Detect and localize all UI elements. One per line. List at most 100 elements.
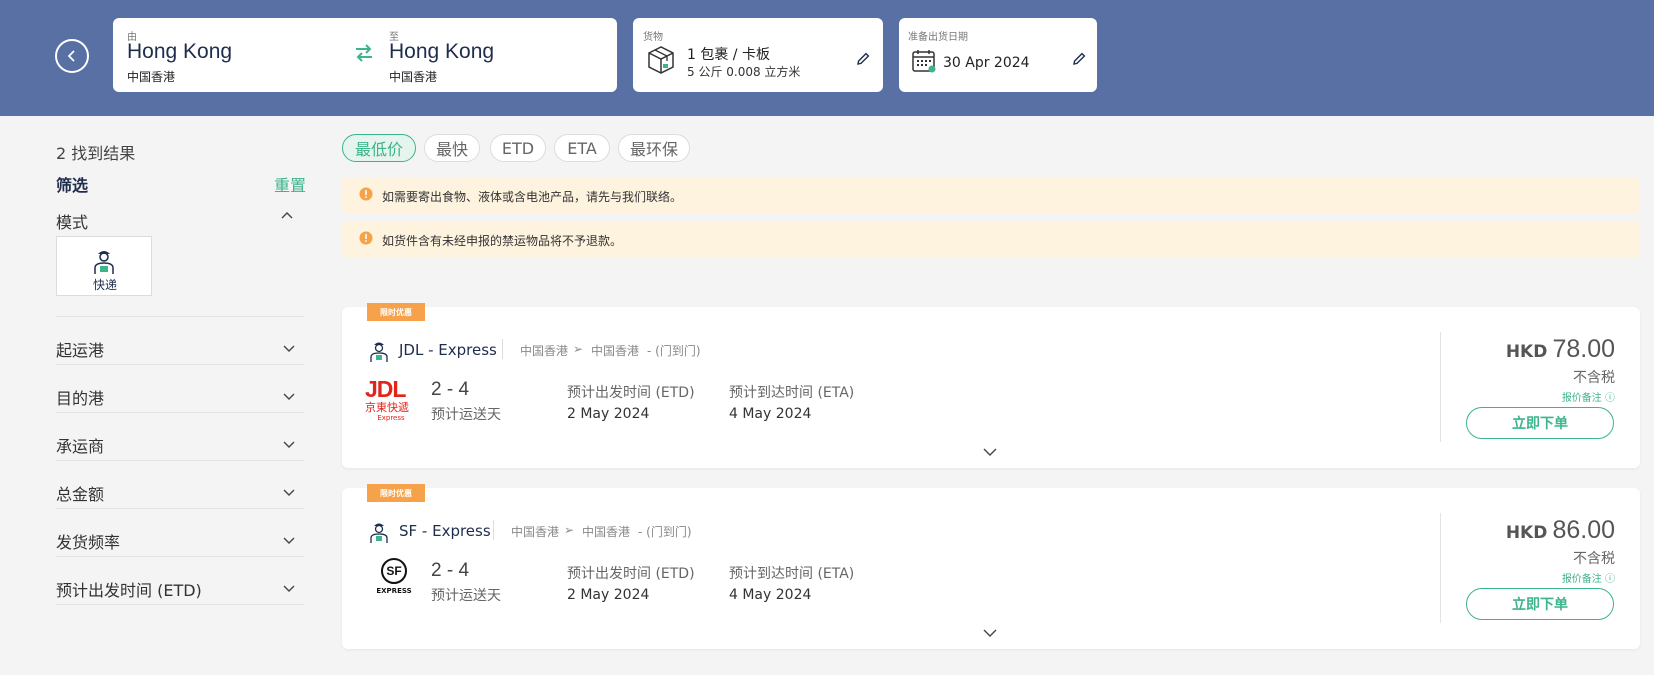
filter-label: 承运商 bbox=[56, 437, 105, 456]
tax-note: 不含税 bbox=[1573, 370, 1615, 386]
cargo-label: 货物 bbox=[643, 32, 663, 43]
cargo-detail: 5 公斤 0.008 立方米 bbox=[687, 65, 801, 79]
divider bbox=[56, 364, 304, 365]
promo-badge: 限时优惠 bbox=[367, 484, 425, 502]
cargo-summary: 1 包裹 / 卡板 bbox=[687, 47, 770, 63]
logo-subtext: 京東快遞 bbox=[365, 401, 409, 414]
divider bbox=[56, 604, 304, 605]
chevron-down-icon bbox=[283, 441, 295, 448]
eta-label: 预计到达时间 (ETA) bbox=[729, 385, 855, 401]
route-selector[interactable]: 由 Hong Kong 中国香港 至 Hong Kong 中国香港 bbox=[113, 18, 617, 92]
result-card-jdl: 限时优惠 JDL - Express 中国香港 ➢ 中国香港 - (门到门) J… bbox=[342, 303, 1640, 468]
reset-filters-link[interactable]: 重置 bbox=[274, 172, 306, 196]
tab-etd[interactable]: ETD bbox=[490, 134, 546, 162]
eta-label: 预计到达时间 (ETA) bbox=[729, 566, 855, 582]
divider bbox=[1440, 513, 1441, 623]
mode-tile-express[interactable]: 快递 bbox=[56, 236, 152, 296]
filter-total-amount[interactable]: 总金额 bbox=[56, 481, 304, 507]
tax-note: 不含税 bbox=[1573, 551, 1615, 567]
filter-label: 预计出发时间 (ETD) bbox=[56, 581, 202, 600]
promo-badge: 限时优惠 bbox=[367, 303, 425, 321]
etd-label: 预计出发时间 (ETD) bbox=[567, 385, 695, 401]
transit-days: 2 - 4 bbox=[431, 379, 470, 400]
result-card-sf: 限时优惠 SF - Express 中国香港 ➢ 中国香港 - (门到门) SF… bbox=[342, 484, 1640, 649]
route-origin: 中国香港 bbox=[520, 344, 569, 358]
quote-note-link[interactable]: 报价备注 ⓘ bbox=[1562, 570, 1615, 585]
from-region: 中国香港 bbox=[127, 70, 176, 84]
chevron-down-icon[interactable] bbox=[982, 626, 998, 640]
filter-etd[interactable]: 预计出发时间 (ETD) bbox=[56, 577, 304, 603]
sf-logo: SF EXPRESS bbox=[374, 558, 414, 608]
quote-note-link[interactable]: 报价备注 ⓘ bbox=[1562, 389, 1615, 404]
price-currency: HKD bbox=[1505, 342, 1548, 362]
divider bbox=[56, 316, 304, 317]
eta-value: 4 May 2024 bbox=[729, 406, 812, 422]
chevron-down-icon bbox=[283, 489, 295, 496]
courier-icon bbox=[370, 342, 388, 362]
chevron-down-icon bbox=[283, 345, 295, 352]
carrier-name: JDL - Express bbox=[399, 341, 497, 359]
price-currency: HKD bbox=[1505, 523, 1548, 543]
arrow-right-icon: ➢ bbox=[564, 523, 575, 537]
divider bbox=[502, 339, 503, 359]
etd-label: 预计出发时间 (ETD) bbox=[567, 566, 695, 582]
order-now-button[interactable]: 立即下单 bbox=[1466, 588, 1614, 620]
to-city[interactable]: Hong Kong bbox=[389, 40, 494, 64]
logo-subtext: EXPRESS bbox=[376, 587, 412, 595]
logo-text: SF bbox=[381, 558, 407, 584]
tab-greenest[interactable]: 最环保 bbox=[618, 134, 690, 162]
chevron-up-icon[interactable] bbox=[280, 209, 294, 223]
etd-value: 2 May 2024 bbox=[567, 406, 650, 422]
tab-eta[interactable]: ETA bbox=[554, 134, 610, 162]
mode-tile-label: 快递 bbox=[92, 278, 117, 292]
back-button[interactable] bbox=[55, 39, 89, 73]
results-count: 2 找到结果 bbox=[56, 144, 136, 163]
price-amount: 86.00 bbox=[1552, 516, 1615, 544]
to-region: 中国香港 bbox=[389, 70, 438, 84]
notice-text: 如需要寄出食物、液体或含电池产品，请先与我们联络。 bbox=[382, 190, 683, 204]
logo-text: JDL bbox=[365, 376, 406, 402]
filter-title: 筛选 bbox=[56, 176, 89, 195]
info-icon bbox=[359, 231, 373, 245]
info-icon bbox=[359, 187, 373, 201]
eta-value: 4 May 2024 bbox=[729, 587, 812, 603]
divider bbox=[56, 412, 304, 413]
divider bbox=[56, 460, 304, 461]
filter-carrier[interactable]: 承运商 bbox=[56, 433, 304, 459]
service-type: - (门到门) bbox=[647, 344, 701, 358]
carrier-name: SF - Express bbox=[399, 522, 491, 540]
calendar-icon bbox=[912, 50, 936, 73]
swap-icon[interactable] bbox=[353, 42, 375, 64]
chevron-down-icon bbox=[283, 393, 295, 400]
tab-fastest[interactable]: 最快 bbox=[424, 134, 480, 162]
price: HKD 78.00 bbox=[1506, 335, 1615, 364]
cargo-selector[interactable]: 货物 1 包裹 / 卡板 5 公斤 0.008 立方米 bbox=[633, 18, 883, 92]
filter-label: 目的港 bbox=[56, 389, 105, 408]
order-now-button[interactable]: 立即下单 bbox=[1466, 407, 1614, 439]
chevron-down-icon[interactable] bbox=[982, 445, 998, 459]
divider bbox=[56, 508, 304, 509]
search-header: 由 Hong Kong 中国香港 至 Hong Kong 中国香港 货物 1 包… bbox=[0, 0, 1654, 116]
chevron-down-icon bbox=[283, 537, 295, 544]
route-destination: 中国香港 bbox=[582, 525, 631, 539]
divider bbox=[56, 556, 304, 557]
courier-icon bbox=[94, 251, 114, 274]
mode-filter-title: 模式 bbox=[56, 213, 89, 232]
package-box-icon bbox=[648, 46, 674, 74]
ship-date-selector[interactable]: 准备出货日期 30 Apr 2024 bbox=[899, 18, 1097, 92]
filter-frequency[interactable]: 发货频率 bbox=[56, 529, 304, 555]
route-origin: 中国香港 bbox=[511, 525, 560, 539]
tab-cheapest[interactable]: 最低价 bbox=[342, 134, 416, 162]
filter-origin-port[interactable]: 起运港 bbox=[56, 337, 304, 363]
from-city[interactable]: Hong Kong bbox=[127, 40, 232, 64]
price-amount: 78.00 bbox=[1552, 335, 1615, 363]
transit-days-label: 预计运送天 bbox=[431, 407, 501, 423]
service-type: - (门到门) bbox=[638, 525, 692, 539]
pencil-edit-icon[interactable] bbox=[1071, 51, 1087, 67]
filter-destination-port[interactable]: 目的港 bbox=[56, 385, 304, 411]
etd-value: 2 May 2024 bbox=[567, 587, 650, 603]
notice-banner: 如需要寄出食物、液体或含电池产品，请先与我们联络。 bbox=[342, 177, 1640, 213]
pencil-edit-icon[interactable] bbox=[855, 51, 871, 67]
divider bbox=[493, 520, 494, 540]
filter-label: 总金额 bbox=[56, 485, 105, 504]
